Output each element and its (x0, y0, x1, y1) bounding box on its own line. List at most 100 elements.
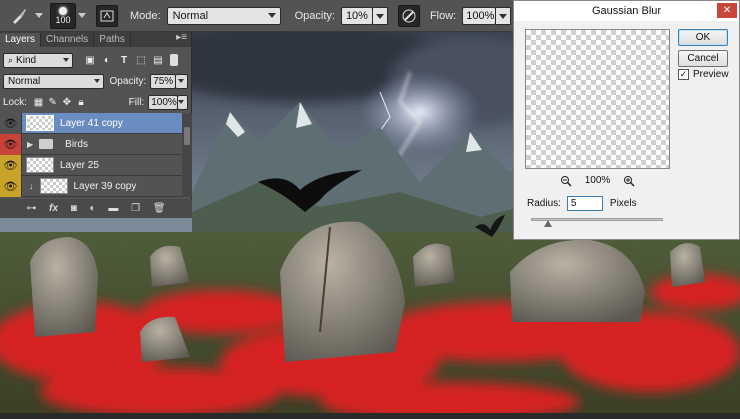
chevron-down-icon (267, 12, 276, 18)
chevron-down-icon (178, 79, 184, 83)
panel-tabs: Layers Channels Paths ▸≡ (0, 32, 191, 47)
opacity-field[interactable]: 10% (340, 6, 373, 25)
filter-kind-select[interactable]: ⌕ Kind (3, 52, 73, 68)
radius-input[interactable]: 5 (566, 196, 603, 211)
layer-list: 👁︎ Layer 41 copy 👁︎ ▶ Birds 👁︎ Layer 25 … (0, 112, 182, 197)
filter-preview[interactable] (525, 29, 670, 169)
layer-list-scrollbar[interactable] (182, 113, 192, 197)
layer-group-row[interactable]: 👁︎ ▶ Birds (0, 133, 182, 155)
scrollbar-thumb[interactable] (184, 127, 190, 145)
layer-row[interactable]: 👁︎ Layer 41 copy (0, 112, 182, 134)
filter-toggle-icon[interactable] (170, 54, 178, 66)
fx-icon[interactable]: fx (49, 203, 58, 214)
close-button[interactable]: ✕ (717, 3, 737, 18)
layer-name: Layer 41 copy (60, 117, 123, 129)
brush-panel-toggle-icon[interactable] (96, 4, 118, 27)
mask-icon[interactable]: ◙ (71, 203, 77, 214)
visibility-toggle[interactable]: 👁︎ (0, 175, 22, 197)
shape-filter-icon[interactable]: ⬚ (134, 53, 148, 67)
layer-name: Birds (65, 138, 88, 150)
clipping-arrow-icon: ↓ (29, 181, 34, 191)
new-layer-icon[interactable]: ❐ (131, 203, 140, 214)
tool-preset-dropdown[interactable] (34, 4, 44, 28)
close-icon: ✕ (722, 5, 732, 16)
lock-row: Lock: ▦ ✎ ✥ 🔒︎ Fill: 100% (0, 92, 191, 113)
type-filter-icon[interactable]: T (117, 53, 131, 67)
lock-position-icon[interactable]: ✥ (61, 96, 72, 110)
blend-mode-select[interactable]: Normal (3, 74, 104, 89)
flow-field[interactable]: 100% (462, 6, 497, 25)
layer-thumbnail (26, 157, 54, 173)
link-icon[interactable]: ⊶ (26, 203, 36, 214)
lock-transparency-icon[interactable]: ▦ (33, 96, 44, 110)
smart-object-filter-icon[interactable]: ▤ (151, 53, 165, 67)
preview-checkbox[interactable]: ✓ (678, 69, 689, 80)
filter-kind-value: Kind (16, 54, 37, 66)
ok-button[interactable]: OK (678, 29, 728, 46)
preview-label: Preview (693, 69, 729, 80)
opacity-value: 10% (345, 9, 368, 22)
pixel-filter-icon[interactable]: ▣ (83, 53, 97, 67)
mode-value: Normal (172, 9, 209, 22)
dialog-titlebar[interactable]: Gaussian Blur ✕ (514, 1, 739, 21)
flow-value: 100% (466, 9, 495, 22)
flow-label: Flow: (429, 9, 457, 22)
layer-thumbnail (26, 115, 54, 131)
status-strip (0, 413, 740, 419)
radius-row: Radius: 5 Pixels (527, 196, 637, 211)
eye-icon: 👁︎ (3, 180, 18, 193)
tab-paths[interactable]: Paths (94, 33, 131, 47)
layers-panel: Layers Channels Paths ▸≡ ⌕ Kind ▣ ◐ T ⬚ … (0, 32, 192, 218)
layer-name: Layer 25 (60, 159, 99, 171)
layer-opacity-label: Opacity: (109, 76, 147, 87)
trash-icon[interactable]: 🗑︎ (153, 203, 166, 214)
adjustment-icon[interactable]: ◐ (90, 203, 96, 214)
visibility-toggle[interactable]: 👁︎ (0, 154, 22, 176)
tab-channels[interactable]: Channels (41, 33, 95, 47)
dialog-title: Gaussian Blur (591, 5, 662, 17)
opacity-label: Opacity: (294, 9, 335, 22)
layer-opacity-field[interactable]: 75% (150, 74, 177, 89)
mode-label: Mode: (130, 9, 161, 22)
chevron-down-icon (63, 57, 69, 62)
chevron-down-icon (93, 79, 100, 83)
layer-row[interactable]: 👁︎ Layer 25 (0, 154, 182, 176)
flow-slider-button[interactable] (496, 6, 512, 25)
folder-icon (39, 139, 54, 149)
visibility-toggle[interactable]: 👁︎ (0, 112, 22, 134)
brush-picker-dropdown[interactable] (76, 4, 88, 28)
layers-footer: ⊶ fx ◙ ◐ ▬ ❐ 🗑︎ (0, 199, 192, 218)
eye-icon: 👁︎ (3, 159, 18, 172)
visibility-toggle[interactable]: 👁︎ (0, 133, 22, 155)
eye-icon: 👁︎ (3, 138, 18, 151)
zoom-in-icon[interactable] (622, 174, 635, 187)
gaussian-blur-dialog: Gaussian Blur ✕ OK Cancel ✓ Preview 100%… (513, 0, 740, 240)
zoom-out-icon[interactable] (560, 174, 573, 187)
brush-size-picker[interactable]: 100 (50, 2, 76, 29)
zoom-row: 100% (525, 174, 670, 187)
blend-mode-value: Normal (8, 76, 41, 87)
layer-opacity-slider-button[interactable] (176, 74, 188, 89)
layer-row[interactable]: 👁︎ ↓ Layer 39 copy (0, 175, 182, 197)
fill-field[interactable]: 100% (148, 95, 179, 110)
brush-size-value: 100 (55, 14, 71, 25)
radius-unit: Pixels (609, 198, 637, 209)
opacity-slider-button[interactable] (372, 6, 388, 25)
cancel-button[interactable]: Cancel (678, 50, 728, 67)
fill-value: 100% (151, 97, 177, 108)
folder-icon[interactable]: ▬ (108, 203, 118, 214)
panel-menu-icon[interactable]: ▸≡ (176, 32, 187, 43)
lock-pixels-icon[interactable]: ✎ (47, 96, 58, 110)
mode-select[interactable]: Normal (166, 6, 281, 25)
layer-name: Layer 39 copy (73, 180, 137, 192)
lock-all-icon[interactable]: 🔒︎ (75, 96, 86, 110)
adjustment-filter-icon[interactable]: ◐ (100, 53, 114, 67)
radius-slider-thumb[interactable] (544, 220, 552, 227)
tab-layers[interactable]: Layers (0, 33, 42, 47)
brush-tool-icon[interactable] (4, 4, 34, 28)
preview-checkbox-row[interactable]: ✓ Preview (678, 69, 729, 80)
blend-row: Normal Opacity: 75% (0, 71, 191, 92)
fill-slider-button[interactable] (178, 95, 188, 110)
expand-arrow-icon[interactable]: ▶ (27, 140, 33, 149)
pressure-opacity-icon[interactable] (397, 4, 420, 27)
